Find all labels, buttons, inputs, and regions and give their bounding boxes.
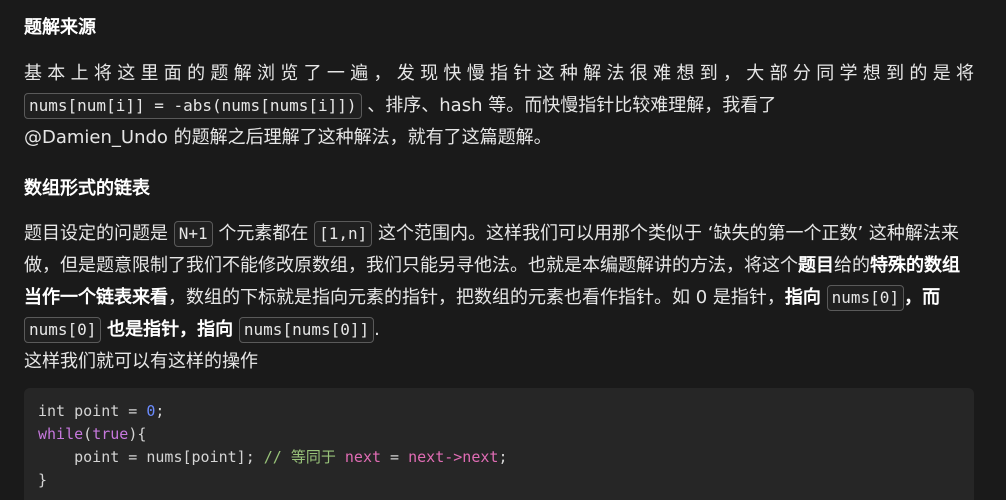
code-text: ; [155,402,165,420]
paragraph-operation: 这样我们就可以有这样的操作 [24,351,258,372]
paragraph-text: 个元素都在 [218,223,309,244]
inline-code: nums[nums[0]] [238,317,375,343]
paragraph-text: 基本上将这里面的题解浏览了一遍，发现快慢指针这种解法很难想到，大部分同学想到的是… [24,63,974,84]
article-page: 题解来源 基本上将这里面的题解浏览了一遍，发现快慢指针这种解法很难想到，大部分同… [0,0,1006,500]
code-text: ){ [128,425,147,443]
paragraph-text: @Damien_Undo 的题解之后理解了这种解法，就有了这篇题解。 [24,127,552,148]
code-identifier: next->next [408,448,499,466]
code-type: int [38,402,66,420]
code-identifier: next [344,448,382,466]
code-text: ( [83,425,93,443]
paragraph-text: 给的 [834,255,870,276]
code-text: = [381,448,409,466]
paragraph-text: 、排序、hash 等。而快慢指针比较难理解，我看了 [367,95,777,116]
code-comment: // 等同于 [263,448,345,466]
code-block: int point = 0; while(true){ point = nums… [24,388,974,500]
code-text: } [38,471,48,489]
paragraph-text: ，数组的下标就是指向元素的指针，把数组的元素也看作指针。如 0 是指针， [168,287,785,308]
code-text: point = nums[point]; [74,448,264,466]
inline-code: N+1 [173,221,213,247]
code-text: ; [498,448,508,466]
inline-code: nums[0] [826,285,905,311]
paragraph-linked-list: 题目设定的问题是 N+1 个元素都在 [1,n] 这个范围内。这样我们可以用那个… [24,218,974,346]
section-title-linked-list: 数组形式的链表 [24,178,150,199]
paragraph-source: 基本上将这里面的题解浏览了一遍，发现快慢指针这种解法很难想到，大部分同学想到的是… [24,58,974,154]
inline-code: [1,n] [314,221,373,247]
inline-code: nums[0] [24,317,102,343]
paragraph-text: . [374,319,380,340]
bold-text: 指向 [784,287,821,308]
code-keyword: true [92,425,129,443]
bold-text: 题目 [798,255,834,276]
paragraph-text: 个 [780,255,798,276]
paragraph-text: 题目设定的问题是 [24,223,168,244]
bold-text: ，而 [904,287,941,308]
section-title-source: 题解来源 [24,17,96,38]
inline-code: nums[num[i]] = -abs(nums[nums[i]]) [24,93,362,119]
code-text: point = [65,402,147,420]
code-keyword: while [38,425,84,443]
bold-text: 也是指针，指向 [107,319,234,340]
